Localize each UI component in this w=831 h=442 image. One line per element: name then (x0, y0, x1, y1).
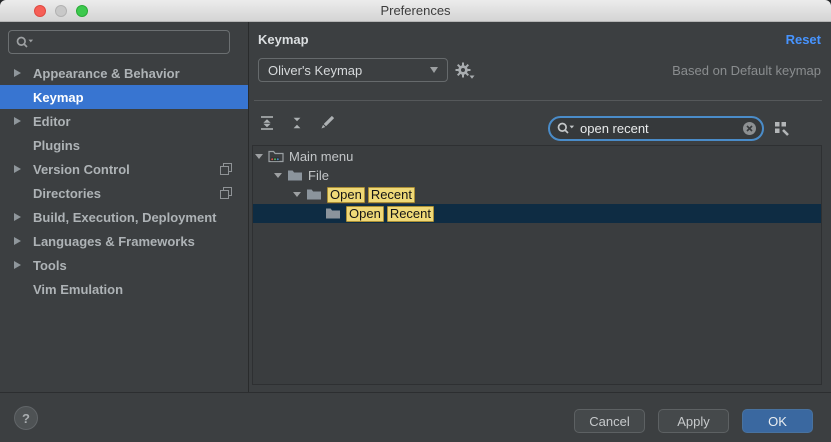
header-separator (254, 100, 822, 101)
per-project-settings-icon (220, 163, 232, 175)
minimize-button[interactable] (55, 5, 67, 17)
chevron-right-icon (14, 213, 21, 221)
chevron-down-icon (293, 192, 301, 197)
chevron-right-icon (14, 69, 21, 77)
titlebar: Preferences (0, 0, 831, 22)
sidebar-item-version-control[interactable]: Version Control (0, 157, 248, 181)
sidebar-search-field[interactable] (8, 30, 230, 54)
chevron-right-icon (14, 165, 21, 173)
tree-row-file[interactable]: File (253, 166, 821, 185)
tree-row-open-recent-selected[interactable]: Open Recent (253, 204, 821, 223)
tree-row-open-recent-match[interactable]: Open Recent (253, 185, 821, 204)
chevron-right-icon (14, 261, 21, 269)
sidebar-item-directories[interactable]: Directories (0, 181, 248, 205)
based-on-label: Based on Default keymap (672, 63, 821, 78)
chevron-down-icon (274, 173, 282, 178)
cancel-button[interactable]: Cancel (574, 409, 645, 433)
window-title: Preferences (380, 3, 450, 18)
main-menu-folder-icon (268, 150, 284, 163)
folder-icon (287, 169, 303, 182)
keymap-select[interactable]: Oliver's Keymap (258, 58, 448, 82)
folder-icon (306, 188, 322, 201)
dialog-footer: ? Cancel Apply OK (0, 392, 831, 442)
chevron-right-icon (14, 117, 21, 125)
sidebar-item-tools[interactable]: Tools (0, 253, 248, 277)
keymap-settings-panel: Keymap Reset Oliver's Keymap Based on De… (250, 22, 831, 392)
close-button[interactable] (34, 5, 46, 17)
keymap-tree: Main menu File Open Recent (252, 145, 822, 385)
find-by-shortcut-icon[interactable] (771, 118, 793, 140)
apply-button[interactable]: Apply (658, 409, 729, 433)
chevron-down-icon (255, 154, 263, 159)
tree-row-main-menu[interactable]: Main menu (253, 147, 821, 166)
preferences-window: Preferences Appearance & Behavior Keymap… (0, 0, 831, 442)
chevron-down-icon (430, 67, 438, 73)
sidebar-item-languages-frameworks[interactable]: Languages & Frameworks (0, 229, 248, 253)
ok-button[interactable]: OK (742, 409, 813, 433)
sidebar-item-keymap[interactable]: Keymap (0, 85, 248, 109)
help-button[interactable]: ? (14, 406, 38, 430)
chevron-right-icon (14, 237, 21, 245)
shortcut-search-input[interactable] (578, 120, 740, 137)
traffic-lights (34, 5, 88, 17)
shortcut-search-field[interactable] (548, 116, 764, 141)
sidebar-item-plugins[interactable]: Plugins (0, 133, 248, 157)
match-highlight: Open Recent (327, 187, 415, 203)
settings-sidebar: Appearance & Behavior Keymap Editor Plug… (0, 22, 249, 392)
page-title: Keymap (258, 32, 309, 47)
clear-search-icon[interactable] (742, 121, 757, 136)
gear-icon[interactable] (454, 61, 476, 81)
search-icon (556, 121, 576, 136)
collapse-all-icon[interactable] (286, 112, 308, 134)
dialog-buttons: Cancel Apply OK (574, 409, 813, 433)
sidebar-item-vim-emulation[interactable]: Vim Emulation (0, 277, 248, 301)
expand-all-icon[interactable] (256, 112, 278, 134)
per-project-settings-icon (220, 187, 232, 199)
match-highlight: Open Recent (346, 206, 434, 222)
reset-link[interactable]: Reset (786, 32, 821, 47)
search-icon (15, 35, 35, 50)
sidebar-item-appearance-behavior[interactable]: Appearance & Behavior (0, 61, 248, 85)
sidebar-item-editor[interactable]: Editor (0, 109, 248, 133)
tree-toolbar (256, 112, 338, 134)
edit-icon[interactable] (316, 112, 338, 134)
question-mark-icon: ? (22, 411, 30, 426)
sidebar-items: Appearance & Behavior Keymap Editor Plug… (0, 61, 248, 301)
zoom-button[interactable] (76, 5, 88, 17)
sidebar-item-build-execution-deployment[interactable]: Build, Execution, Deployment (0, 205, 248, 229)
sidebar-search-input[interactable] (37, 34, 223, 51)
folder-icon (325, 207, 341, 220)
